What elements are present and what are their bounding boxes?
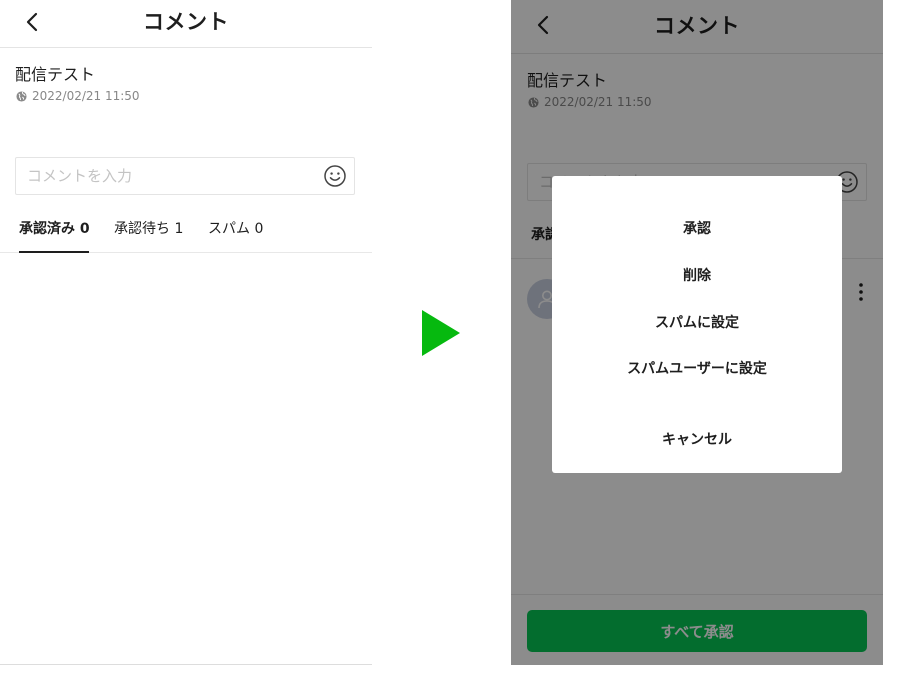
globe-icon	[16, 90, 27, 102]
tab-pending[interactable]: 承認待ち 1	[114, 218, 183, 238]
comment-tabs: 承認済み 0 承認待ち 1 スパム 0	[0, 210, 372, 253]
tab-spam[interactable]: スパム 0	[208, 218, 263, 238]
transition-arrow	[421, 309, 461, 357]
dialog-spam-user-option[interactable]: スパムユーザーに設定	[552, 350, 842, 386]
post-meta: 2022/02/21 11:50	[16, 89, 140, 103]
dialog-delete-option[interactable]: 削除	[552, 257, 842, 293]
play-arrow-icon	[422, 310, 460, 356]
post-title: 配信テスト	[15, 65, 96, 84]
dialog-approve-option[interactable]: 承認	[552, 210, 842, 246]
post-timestamp: 2022/02/21 11:50	[32, 89, 140, 103]
header: コメント	[0, 0, 372, 48]
emoji-button[interactable]	[323, 164, 347, 188]
comment-action-dialog: 承認 削除 スパムに設定 スパムユーザーに設定 キャンセル	[552, 176, 842, 473]
emoji-icon	[324, 165, 346, 187]
comment-input[interactable]	[16, 158, 316, 194]
dialog-cancel-button[interactable]: キャンセル	[552, 421, 842, 457]
comment-screen-after: コメント 配信テスト 2022/02/21 11:50 承認 すべて承認 承認 …	[511, 0, 883, 665]
comment-box	[15, 157, 355, 195]
page-title: コメント	[143, 10, 229, 34]
comment-screen-before: コメント 配信テスト 2022/02/21 11:50 承認済み 0 承認待ち …	[0, 0, 372, 665]
tab-approved[interactable]: 承認済み 0	[19, 218, 90, 238]
dialog-spam-option[interactable]: スパムに設定	[552, 304, 842, 340]
active-tab-indicator	[19, 251, 89, 253]
